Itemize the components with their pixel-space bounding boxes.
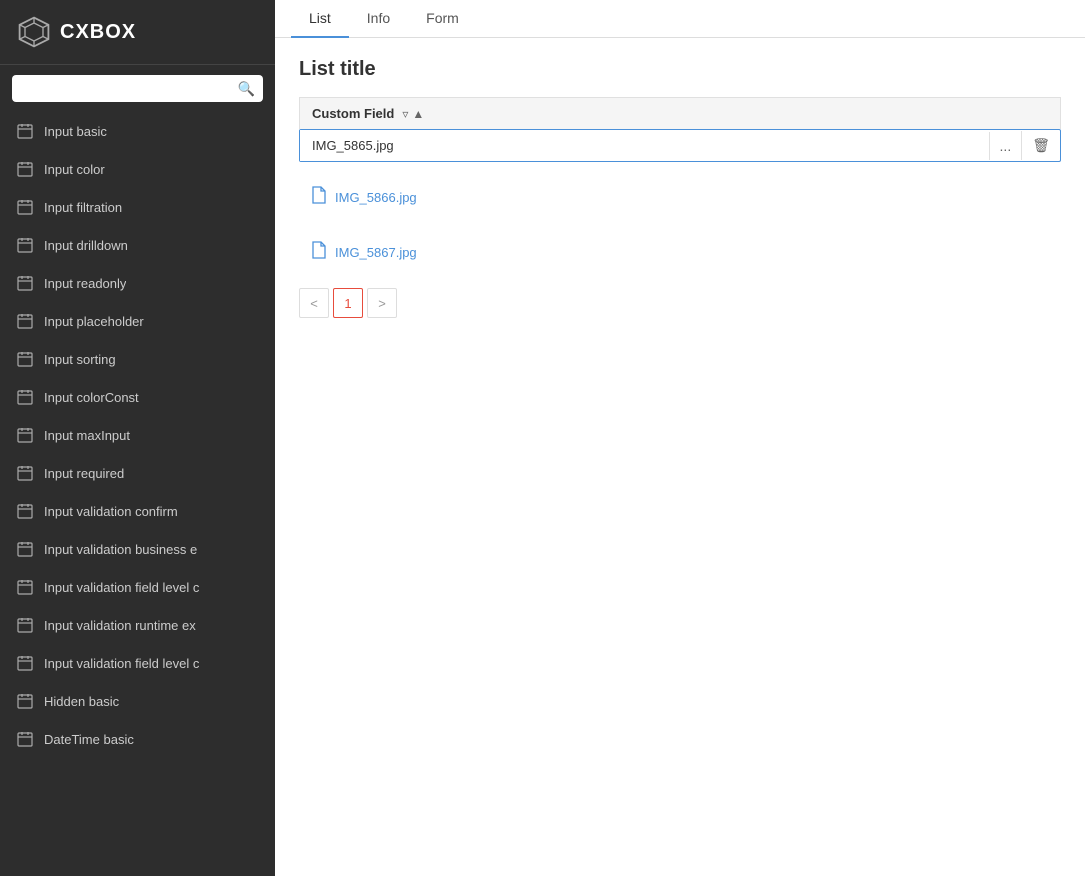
search-icon: 🔍 — [238, 80, 255, 97]
page-title: List title — [299, 58, 1061, 81]
calendar-icon — [16, 578, 34, 596]
tab-info[interactable]: Info — [349, 0, 408, 38]
column-header-label: Custom Field — [312, 106, 394, 121]
sidebar-item-input-validation-field-1[interactable]: Input validation field level c — [0, 568, 275, 606]
pagination: < 1 > — [299, 288, 1061, 318]
calendar-icon — [16, 616, 34, 634]
calendar-icon — [16, 502, 34, 520]
trash-icon: 🗑 — [1032, 137, 1050, 153]
nav-item-label: Input required — [44, 466, 124, 481]
tabs-bar: ListInfoForm — [275, 0, 1085, 38]
current-page-button[interactable]: 1 — [333, 288, 363, 318]
nav-item-label: Input placeholder — [44, 314, 144, 329]
sidebar-item-input-validation-confirm[interactable]: Input validation confirm — [0, 492, 275, 530]
nav-item-label: Input basic — [44, 124, 107, 139]
file-icon — [311, 241, 327, 264]
calendar-icon — [16, 730, 34, 748]
sidebar-item-input-maxinput[interactable]: Input maxInput — [0, 416, 275, 454]
sidebar-item-input-sorting[interactable]: Input sorting — [0, 340, 275, 378]
filter-icon[interactable]: ▿ — [402, 107, 408, 121]
logo-text: CXBOX — [60, 21, 136, 44]
sidebar-item-input-validation-field-2[interactable]: Input validation field level c — [0, 644, 275, 682]
sidebar-item-hidden-basic[interactable]: Hidden basic — [0, 682, 275, 720]
sidebar-item-input-basic[interactable]: Input basic — [0, 112, 275, 150]
sidebar-nav: Input basic Input color Input filtration — [0, 112, 275, 876]
calendar-icon — [16, 388, 34, 406]
sidebar-item-input-colorconst[interactable]: Input colorConst — [0, 378, 275, 416]
nav-item-label: Input color — [44, 162, 105, 177]
list-header: Custom Field ▿ ▲ — [299, 97, 1061, 129]
sidebar-item-input-drilldown[interactable]: Input drilldown — [0, 226, 275, 264]
nav-item-label: Input drilldown — [44, 238, 128, 253]
nav-item-label: DateTime basic — [44, 732, 134, 747]
sidebar-item-input-placeholder[interactable]: Input placeholder — [0, 302, 275, 340]
sidebar: CXBOX 🔍 Input basic I — [0, 0, 275, 876]
calendar-icon — [16, 274, 34, 292]
nav-item-label: Input validation business e — [44, 542, 197, 557]
nav-item-label: Input filtration — [44, 200, 122, 215]
main-content: ListInfoForm List title Custom Field ▿ ▲… — [275, 0, 1085, 876]
sort-icon[interactable]: ▲ — [412, 107, 424, 121]
calendar-icon — [16, 464, 34, 482]
file-link-row[interactable]: IMG_5866.jpg — [299, 178, 1061, 217]
file-link-text[interactable]: IMG_5867.jpg — [335, 245, 417, 260]
nav-item-label: Input validation field level c — [44, 580, 199, 595]
sidebar-item-input-required[interactable]: Input required — [0, 454, 275, 492]
search-input[interactable] — [12, 75, 263, 102]
calendar-icon — [16, 540, 34, 558]
calendar-icon — [16, 236, 34, 254]
calendar-icon — [16, 312, 34, 330]
calendar-icon — [16, 160, 34, 178]
next-page-button[interactable]: > — [367, 288, 397, 318]
sidebar-item-datetime-basic[interactable]: DateTime basic — [0, 720, 275, 758]
nav-item-label: Input readonly — [44, 276, 126, 291]
content-area: List title Custom Field ▿ ▲ ... 🗑 I — [275, 38, 1085, 876]
prev-page-button[interactable]: < — [299, 288, 329, 318]
file-row-edit: ... 🗑 — [299, 129, 1061, 162]
sidebar-item-input-filtration[interactable]: Input filtration — [0, 188, 275, 226]
file-link-row[interactable]: IMG_5867.jpg — [299, 233, 1061, 272]
calendar-icon — [16, 654, 34, 672]
nav-item-label: Input colorConst — [44, 390, 139, 405]
file-row-actions: ... 🗑 — [989, 131, 1060, 160]
file-more-button[interactable]: ... — [989, 132, 1022, 160]
sidebar-item-input-validation-business[interactable]: Input validation business e — [0, 530, 275, 568]
sidebar-item-input-validation-runtime[interactable]: Input validation runtime ex — [0, 606, 275, 644]
calendar-icon — [16, 426, 34, 444]
file-icon — [311, 186, 327, 209]
file-link-text[interactable]: IMG_5866.jpg — [335, 190, 417, 205]
nav-item-label: Hidden basic — [44, 694, 119, 709]
sidebar-logo: CXBOX — [0, 0, 275, 65]
sidebar-item-input-readonly[interactable]: Input readonly — [0, 264, 275, 302]
nav-item-label: Input validation runtime ex — [44, 618, 196, 633]
tab-list[interactable]: List — [291, 0, 349, 38]
logo-icon — [16, 14, 52, 50]
file-delete-button[interactable]: 🗑 — [1021, 131, 1060, 160]
nav-item-label: Input validation confirm — [44, 504, 178, 519]
nav-item-label: Input validation field level c — [44, 656, 199, 671]
file-name-input[interactable] — [300, 130, 989, 161]
sidebar-search-container: 🔍 — [0, 65, 275, 112]
sidebar-item-input-color[interactable]: Input color — [0, 150, 275, 188]
calendar-icon — [16, 350, 34, 368]
nav-item-label: Input sorting — [44, 352, 116, 367]
nav-item-label: Input maxInput — [44, 428, 130, 443]
calendar-icon — [16, 122, 34, 140]
calendar-icon — [16, 198, 34, 216]
tab-form[interactable]: Form — [408, 0, 477, 38]
file-links-list: IMG_5866.jpg IMG_5867.jpg — [299, 178, 1061, 272]
calendar-icon — [16, 692, 34, 710]
